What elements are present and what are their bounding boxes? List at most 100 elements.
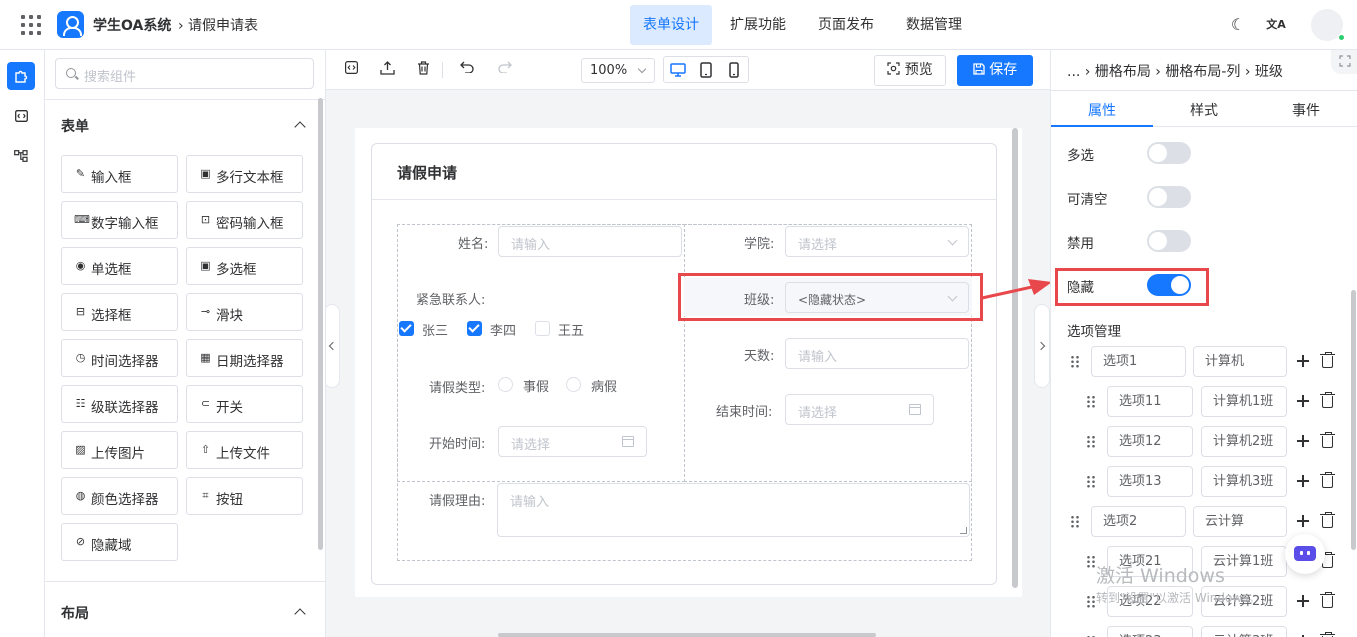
component-item[interactable]: ◷ 时间选择器 (61, 339, 178, 377)
option-value-input[interactable]: 计算机3班 (1201, 466, 1287, 497)
props-breadcrumb[interactable]: ... › 栅格布局 › 栅格布局-列 › 班级 (1067, 61, 1283, 81)
add-option-icon[interactable] (1297, 435, 1309, 447)
multiple-switch[interactable] (1147, 142, 1191, 164)
component-item[interactable]: ⊟ 选择框 (61, 293, 178, 331)
desktop-icon[interactable] (670, 62, 686, 78)
component-item[interactable]: ▨ 上传图片 (61, 431, 178, 469)
add-option-icon[interactable] (1297, 395, 1309, 407)
component-search-input[interactable]: 搜索组件 (55, 58, 314, 89)
code-icon[interactable] (342, 61, 360, 78)
code-block-icon[interactable] (7, 102, 35, 130)
export-icon[interactable] (378, 61, 396, 79)
option-label-input[interactable]: 选项12 (1107, 426, 1193, 457)
checkbox-lisi[interactable] (467, 321, 482, 336)
collapse-left-handle[interactable] (326, 304, 340, 388)
days-input[interactable]: 请输入 (785, 338, 969, 369)
component-item[interactable]: ⌗ 按钮 (186, 477, 303, 515)
component-item[interactable]: ▦ 日期选择器 (186, 339, 303, 377)
delete-option-icon[interactable] (1320, 472, 1335, 488)
chevron-up-icon[interactable] (294, 608, 306, 620)
fullscreen-icon[interactable] (1331, 50, 1357, 74)
moon-icon[interactable]: ☾ (1228, 15, 1248, 35)
tab-styles[interactable]: 样式 (1153, 100, 1255, 120)
option-value-input[interactable]: 计算机2班 (1201, 426, 1287, 457)
add-option-icon[interactable] (1297, 515, 1309, 527)
name-input[interactable]: 请输入 (498, 226, 682, 257)
zoom-select[interactable]: 100% (581, 58, 655, 83)
preview-button[interactable]: 预览 (874, 55, 946, 86)
component-item[interactable]: ⊘ 隐藏域 (61, 523, 178, 561)
nav-data-management[interactable]: 数据管理 (893, 5, 975, 45)
component-item[interactable]: ⇧ 上传文件 (186, 431, 303, 469)
section-form-title[interactable]: 表单 (61, 116, 89, 136)
option-label-input[interactable]: 选项2 (1091, 506, 1186, 537)
drag-handle-icon[interactable] (1087, 475, 1095, 488)
drag-handle-icon[interactable] (1087, 595, 1095, 608)
delete-option-icon[interactable] (1320, 352, 1335, 368)
collapse-right-handle[interactable] (1034, 304, 1050, 388)
option-value-input[interactable]: 计算机 (1193, 346, 1287, 377)
props-scrollbar[interactable] (1351, 290, 1356, 550)
option-value-input[interactable]: 计算机1班 (1201, 386, 1287, 417)
drag-handle-icon[interactable] (1087, 435, 1095, 448)
breadcrumb[interactable]: › 请假申请表 (178, 15, 258, 35)
component-item[interactable]: ⌨ 数字输入框 (61, 201, 178, 239)
component-item[interactable]: ▣ 多选框 (186, 247, 303, 285)
option-value-input[interactable]: 云计算3班 (1201, 626, 1287, 637)
nav-page-publish[interactable]: 页面发布 (805, 5, 887, 45)
panel-scrollbar[interactable] (318, 98, 323, 550)
component-item[interactable]: ◍ 颜色选择器 (61, 477, 178, 515)
delete-icon[interactable] (414, 61, 432, 79)
end-time-picker[interactable]: 请选择 (785, 394, 934, 425)
save-button[interactable]: 保存 (957, 55, 1033, 86)
tablet-icon[interactable] (698, 62, 714, 78)
delete-option-icon[interactable] (1320, 432, 1335, 448)
drag-handle-icon[interactable] (1071, 355, 1079, 368)
component-item[interactable]: ⊸ 滑块 (186, 293, 303, 331)
avatar[interactable] (1311, 9, 1345, 41)
canvas-h-scrollbar[interactable] (498, 633, 876, 637)
add-option-icon[interactable] (1297, 595, 1309, 607)
reason-textarea[interactable]: 请输入 (497, 483, 970, 537)
component-item[interactable]: ✎ 输入框 (61, 155, 178, 193)
apps-grid-icon[interactable] (21, 15, 41, 35)
clearable-switch[interactable] (1147, 186, 1191, 208)
redo-icon[interactable] (496, 61, 514, 77)
nav-form-design[interactable]: 表单设计 (630, 5, 712, 45)
component-item[interactable]: ◉ 单选框 (61, 247, 178, 285)
disabled-switch[interactable] (1147, 230, 1191, 252)
college-select[interactable]: 请选择 (785, 226, 969, 257)
radio-personal-leave[interactable] (498, 377, 513, 392)
section-layout-title[interactable]: 布局 (61, 603, 89, 623)
option-label-input[interactable]: 选项1 (1091, 346, 1186, 377)
tab-properties[interactable]: 属性 (1051, 100, 1153, 120)
component-item[interactable]: ⊂ 开关 (186, 385, 303, 423)
add-option-icon[interactable] (1297, 475, 1309, 487)
mobile-icon[interactable] (726, 62, 742, 78)
add-option-icon[interactable] (1297, 355, 1309, 367)
tab-events[interactable]: 事件 (1255, 100, 1357, 120)
drag-handle-icon[interactable] (1071, 515, 1079, 528)
puzzle-icon[interactable] (7, 62, 35, 90)
tree-icon[interactable] (7, 142, 35, 170)
component-item[interactable]: ⊡ 密码输入框 (186, 201, 303, 239)
option-label-input[interactable]: 选项13 (1107, 466, 1193, 497)
delete-option-icon[interactable] (1320, 392, 1335, 408)
drag-handle-icon[interactable] (1087, 555, 1095, 568)
assistant-robot-icon[interactable] (1285, 534, 1325, 574)
drag-handle-icon[interactable] (1087, 395, 1095, 408)
resize-handle-icon[interactable] (960, 527, 967, 534)
delete-option-icon[interactable] (1320, 512, 1335, 528)
checkbox-zhangsan[interactable] (399, 321, 414, 336)
radio-sick-leave[interactable] (566, 377, 581, 392)
delete-option-icon[interactable] (1320, 592, 1335, 608)
nav-extensions[interactable]: 扩展功能 (717, 5, 799, 45)
translate-icon[interactable]: 文A (1266, 15, 1286, 35)
option-value-input[interactable]: 云计算 (1193, 506, 1287, 537)
chevron-up-icon[interactable] (294, 121, 306, 133)
option-label-input[interactable]: 选项11 (1107, 386, 1193, 417)
checkbox-wangwu[interactable] (535, 321, 550, 336)
canvas-scrollbar[interactable] (1012, 128, 1018, 588)
component-item[interactable]: ▣ 多行文本框 (186, 155, 303, 193)
option-label-input[interactable]: 选项23 (1107, 626, 1193, 637)
